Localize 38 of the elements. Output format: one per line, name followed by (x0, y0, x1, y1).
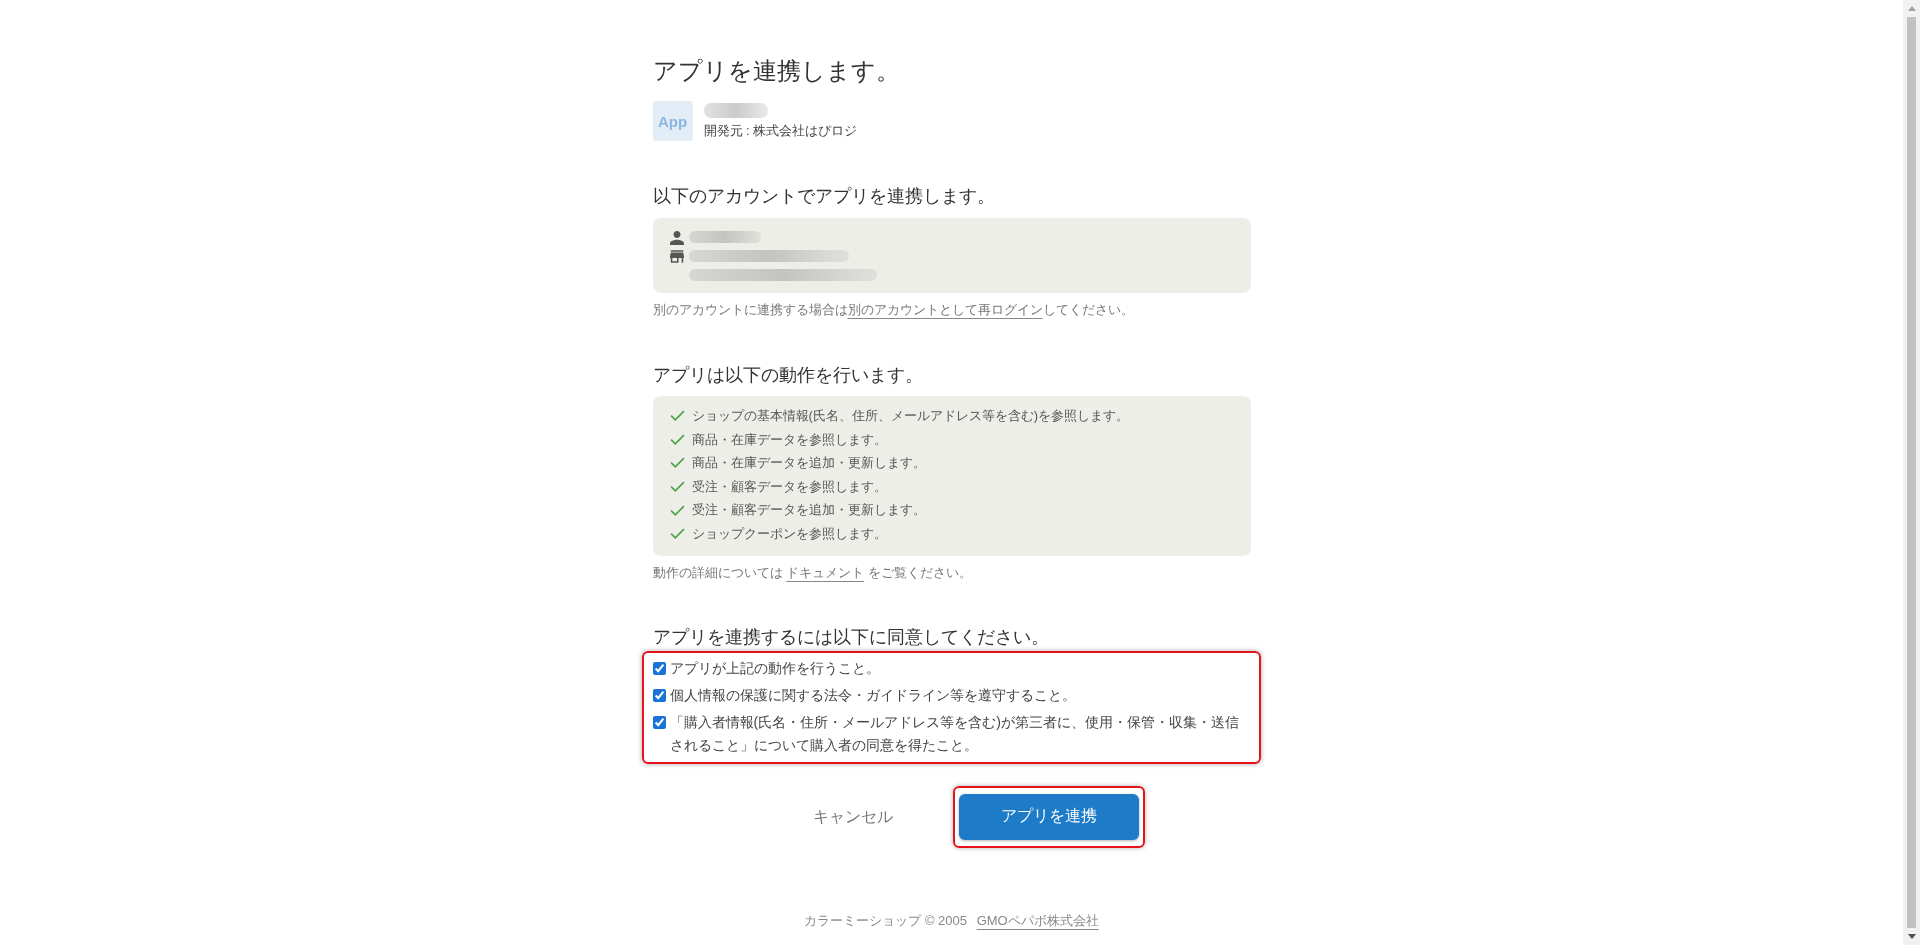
section-heading: アプリを連携するには以下に同意してください。 (652, 625, 1050, 649)
checkbox[interactable] (652, 689, 666, 703)
permission-text: 商品・在庫データを追加・更新します。 (691, 454, 926, 473)
footer-text: カラーミーショップ © 2005 GMOペパボ株式会社 (803, 911, 1100, 930)
scrollbar-thumb[interactable] (1907, 17, 1916, 928)
permission-text: ショップクーポンを参照します。 (691, 524, 887, 543)
redacted-text (703, 102, 768, 118)
check-icon (669, 433, 685, 445)
check-icon (669, 504, 685, 516)
details-note: 動作の詳細については ドキュメント をご覧ください。 (652, 563, 973, 582)
connect-button[interactable]: アプリを連携 (958, 793, 1139, 840)
checkbox[interactable] (652, 716, 666, 730)
store-icon (669, 249, 684, 263)
agreement-text: 個人情報の保護に関する法令・ガイドライン等を遵守すること。 (669, 686, 1077, 706)
page-title: アプリを連携します。 (652, 56, 901, 86)
relogin-link[interactable]: 別のアカウントとして再ログイン (847, 301, 1043, 317)
app-logo: App (652, 101, 693, 141)
permission-text: 受注・顧客データを参照します。 (691, 477, 887, 496)
section-heading: 以下のアカウントでアプリを連携します。 (652, 185, 996, 208)
scrollbar[interactable] (1903, 0, 1920, 945)
checkbox[interactable] (652, 662, 666, 676)
check-icon (669, 481, 685, 493)
agreement-text: アプリが上記の動作を行うこと。 (669, 659, 881, 679)
documentation-link[interactable]: ドキュメント (786, 564, 865, 580)
developer-label: 開発元 : 株式会社はぴロジ (703, 121, 858, 140)
permission-text: ショップの基本情報(氏名、住所、メールアドレス等を含む)を参照します。 (691, 407, 1130, 425)
cancel-button[interactable]: キャンセル (794, 793, 911, 840)
agreement-text: 「購入者情報(氏名・住所・メールアドレス等を含む)が第三者に、使用・保管・収集・送信されること」について購入者の同意を得たこと。 (669, 713, 1240, 756)
check-icon (669, 528, 685, 540)
scroll-down-icon[interactable] (1907, 934, 1916, 939)
permission-text: 商品・在庫データを参照します。 (691, 430, 887, 449)
check-icon (669, 410, 685, 422)
company-link[interactable]: GMOペパボ株式会社 (976, 912, 1099, 928)
permission-text: 受注・顧客データを追加・更新します。 (691, 501, 926, 520)
account-note: 別のアカウントに連携する場合は別のアカウントとして再ログイン してください。 (652, 300, 1135, 319)
person-icon (669, 230, 684, 245)
section-heading: アプリは以下の動作を行います。 (652, 363, 924, 387)
check-icon (669, 457, 685, 469)
